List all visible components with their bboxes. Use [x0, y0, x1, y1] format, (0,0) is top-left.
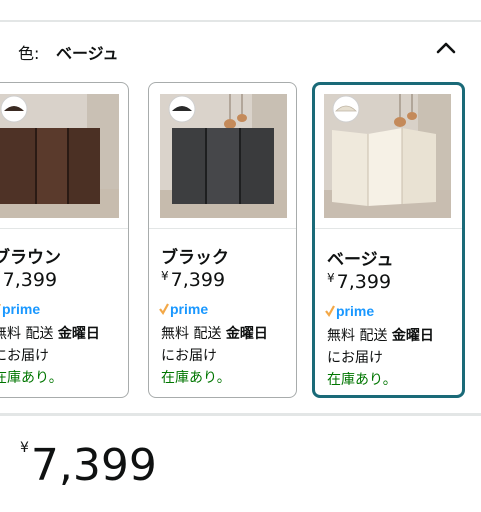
delivery-info: 無料 配送 金曜日: [0, 326, 100, 342]
stock-status: 在庫あり。: [0, 370, 63, 386]
delivery-suffix: にお届け: [0, 348, 49, 364]
product-image-black: [160, 94, 287, 218]
card-divider: [315, 228, 462, 229]
swatch-card-brown[interactable]: ブラウン ¥7,399 prime 無料 配送 金曜日 にお届け 在庫あり。: [0, 82, 129, 398]
chevron-up-icon[interactable]: [432, 36, 460, 60]
stock-status: 在庫あり。: [327, 372, 397, 388]
swatch-card-beige[interactable]: ベージュ ¥7,399 prime 無料 配送 金曜日 にお届け 在庫あり。: [312, 82, 465, 398]
bottom-divider: [0, 413, 481, 416]
swatch-price: ¥7,399: [0, 269, 58, 291]
prime-badge: prime: [325, 303, 385, 321]
color-variant-header[interactable]: 色: ベージュ: [0, 22, 481, 80]
swatch-price: ¥7,399: [327, 271, 392, 293]
swatch-name: ブラウン: [0, 248, 61, 268]
delivery-suffix: にお届け: [327, 350, 383, 366]
selected-color-value: ベージュ: [56, 44, 119, 63]
swatch-name: ベージュ: [327, 250, 394, 270]
product-image-brown: [0, 94, 119, 218]
prime-badge: prime: [0, 301, 51, 319]
product-image-beige: [324, 94, 451, 218]
currency-symbol: ¥: [20, 440, 29, 456]
price-amount: 7,399: [30, 440, 157, 491]
card-divider: [0, 228, 128, 229]
stock-status: 在庫あり。: [161, 370, 231, 386]
swatch-card-black[interactable]: ブラック ¥7,399 prime 無料 配送 金曜日 にお届け 在庫あり。: [148, 82, 297, 398]
card-divider: [149, 228, 296, 229]
svg-text:prime: prime: [170, 301, 208, 317]
svg-text:prime: prime: [336, 303, 374, 319]
delivery-info: 無料 配送 金曜日: [161, 326, 268, 342]
main-price: ¥7,399: [20, 440, 157, 491]
swatch-name: ブラック: [161, 248, 229, 268]
delivery-info: 無料 配送 金曜日: [327, 328, 434, 344]
prime-badge: prime: [159, 301, 219, 319]
svg-text:prime: prime: [2, 301, 40, 317]
color-label: 色:: [18, 44, 40, 63]
color-swatch-carousel[interactable]: ブラウン ¥7,399 prime 無料 配送 金曜日 にお届け 在庫あり。: [0, 82, 481, 400]
swatch-price: ¥7,399: [161, 269, 226, 291]
delivery-suffix: にお届け: [161, 348, 217, 364]
